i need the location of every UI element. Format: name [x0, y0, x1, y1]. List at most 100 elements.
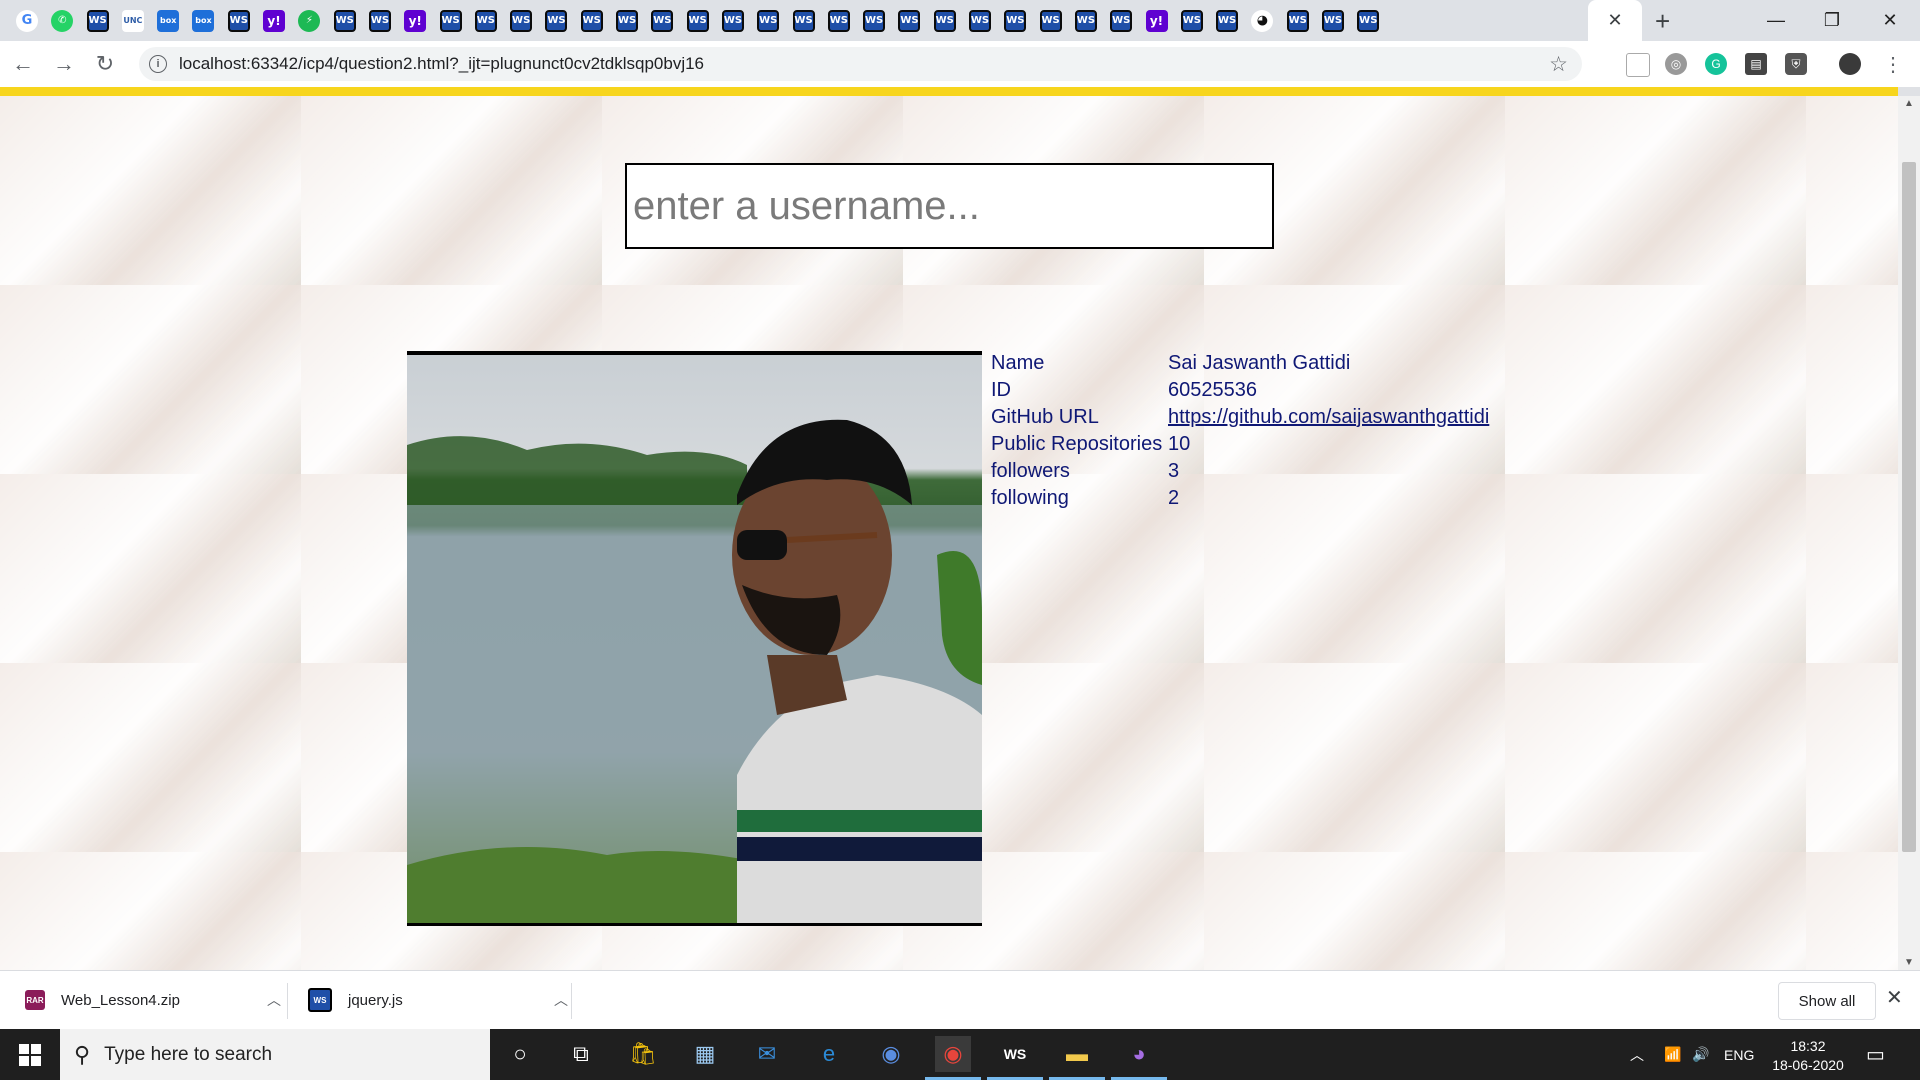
close-shelf-icon[interactable]: ✕: [1886, 985, 1903, 1010]
webstorm-tab-icon[interactable]: WS: [933, 9, 956, 32]
download-item[interactable]: WS jquery.js ︿: [308, 971, 568, 1029]
webstorm-tab-icon[interactable]: WS: [721, 9, 744, 32]
language-indicator[interactable]: ENG: [1724, 1029, 1754, 1080]
profile-row: followers 3: [991, 458, 1489, 485]
download-item[interactable]: RAR Web_Lesson4.zip ︿: [25, 971, 281, 1029]
webstorm-tab-icon[interactable]: WS: [686, 9, 709, 32]
profile-field-label: ID: [991, 379, 1011, 401]
webstorm-tab-icon[interactable]: WS: [368, 9, 391, 32]
bookmark-star-icon[interactable]: ☆: [1549, 52, 1568, 77]
network-icon[interactable]: 📶: [1664, 1029, 1681, 1080]
extension-screen-icon[interactable]: ▤: [1745, 53, 1767, 75]
webstorm-tab-icon[interactable]: WS: [333, 9, 356, 32]
taskbar-search[interactable]: ⚲ Type here to search: [60, 1029, 490, 1080]
webstorm-tab-icon[interactable]: WS: [898, 9, 921, 32]
file-explorer-icon[interactable]: ▬: [1059, 1036, 1095, 1072]
start-button[interactable]: [0, 1029, 60, 1080]
webstorm-tab-icon[interactable]: WS: [1357, 9, 1380, 32]
scrollbar-thumb[interactable]: [1902, 162, 1916, 852]
back-button[interactable]: ←: [5, 46, 41, 82]
control-panel-icon[interactable]: ▦: [687, 1036, 723, 1072]
vertical-scrollbar[interactable]: ▲ ▼: [1898, 96, 1920, 970]
windows-taskbar: ⚲ Type here to search ○ ⧉ 🛍 ▦ ✉ e ◉ ◉ WS…: [0, 1029, 1920, 1080]
yahoo-tab-icon[interactable]: y!: [404, 9, 427, 32]
profile-avatar-icon[interactable]: [1839, 53, 1861, 75]
webstorm-tab-icon[interactable]: WS: [474, 9, 497, 32]
extension-icon[interactable]: [1626, 53, 1650, 77]
whatsapp-tab-icon[interactable]: ✆: [51, 9, 74, 32]
restore-button[interactable]: ❐: [1804, 0, 1860, 41]
yahoo-tab-icon[interactable]: y!: [263, 9, 286, 32]
webstorm-tab-icon[interactable]: WS: [651, 9, 674, 32]
forward-button[interactable]: →: [46, 46, 82, 82]
chevron-up-icon[interactable]: ︿: [267, 990, 281, 1010]
webstorm-icon[interactable]: WS: [997, 1036, 1033, 1072]
shield-icon[interactable]: ⛨: [1785, 53, 1807, 75]
tab-active[interactable]: ✕: [1588, 0, 1642, 41]
webstorm-tab-icon[interactable]: WS: [863, 9, 886, 32]
info-icon[interactable]: i: [149, 55, 167, 73]
username-search-input[interactable]: [625, 163, 1274, 249]
download-shelf: RAR Web_Lesson4.zip ︿ WS jquery.js ︿ Sho…: [0, 970, 1920, 1029]
webstorm-tab-icon[interactable]: WS: [1004, 9, 1027, 32]
box-tab-icon[interactable]: box: [192, 9, 215, 32]
taskbar-search-placeholder: Type here to search: [104, 1043, 273, 1065]
google-tab-icon[interactable]: G: [16, 9, 38, 32]
box-tab-icon[interactable]: box: [157, 9, 180, 32]
chevron-up-icon[interactable]: ︿: [554, 990, 568, 1010]
webstorm-tab-icon[interactable]: WS: [439, 9, 462, 32]
menu-kebab-icon[interactable]: ⋮: [1882, 53, 1904, 76]
webstorm-tab-icon[interactable]: WS: [1180, 9, 1203, 32]
reload-button[interactable]: ↻: [87, 46, 123, 82]
webstorm-tab-icon[interactable]: WS: [1110, 9, 1133, 32]
webstorm-tab-icon[interactable]: WS: [1216, 9, 1239, 32]
scroll-down-icon[interactable]: ▼: [1904, 957, 1914, 968]
scroll-up-icon[interactable]: ▲: [1904, 98, 1914, 109]
internet-explorer-icon[interactable]: e: [811, 1036, 847, 1072]
url-text[interactable]: localhost:63342/icp4/question2.html?_ijt…: [179, 54, 704, 74]
unc-tab-icon[interactable]: UNC: [121, 9, 144, 32]
minimize-button[interactable]: —: [1748, 0, 1804, 41]
webstorm-tab-icon[interactable]: WS: [1321, 9, 1344, 32]
webstorm-tab-icon[interactable]: WS: [227, 9, 250, 32]
mail-icon[interactable]: ✉: [749, 1036, 785, 1072]
volume-icon[interactable]: 🔊: [1692, 1029, 1709, 1080]
webstorm-tab-icon[interactable]: WS: [580, 9, 603, 32]
webstorm-tab-icon[interactable]: WS: [969, 9, 992, 32]
webstorm-tab-icon[interactable]: WS: [1039, 9, 1062, 32]
extension-globe-icon[interactable]: ◎: [1665, 53, 1687, 75]
webstorm-tab-icon[interactable]: WS: [86, 9, 109, 32]
store-icon[interactable]: 🛍: [625, 1036, 661, 1072]
show-all-button[interactable]: Show all: [1778, 982, 1876, 1020]
green-tab-icon[interactable]: ⚡: [298, 9, 321, 32]
close-tab-icon[interactable]: ✕: [1607, 10, 1622, 31]
github-desktop-icon[interactable]: ◕: [1121, 1036, 1157, 1072]
webstorm-tab-icon[interactable]: WS: [1074, 9, 1097, 32]
profile-field-value: 10: [1168, 433, 1191, 455]
chrome-icon[interactable]: ◉: [935, 1036, 971, 1072]
chromium-icon[interactable]: ◉: [873, 1036, 909, 1072]
webstorm-tab-icon[interactable]: WS: [792, 9, 815, 32]
address-bar[interactable]: i localhost:63342/icp4/question2.html?_i…: [139, 47, 1582, 81]
profile-field-value: 60525536: [1168, 379, 1257, 401]
new-tab-button[interactable]: +: [1655, 6, 1670, 37]
close-window-button[interactable]: ✕: [1862, 0, 1918, 41]
windows-logo-icon: [19, 1043, 41, 1066]
webstorm-tab-icon[interactable]: WS: [1286, 9, 1309, 32]
webstorm-tab-icon[interactable]: WS: [510, 9, 533, 32]
yahoo-tab-icon[interactable]: y!: [1145, 9, 1168, 32]
github-tab-icon[interactable]: ◕: [1251, 9, 1274, 32]
divider: [571, 983, 572, 1019]
show-hidden-icons[interactable]: ︿: [1630, 1029, 1644, 1080]
webstorm-tab-icon[interactable]: WS: [545, 9, 568, 32]
webstorm-tab-icon[interactable]: WS: [616, 9, 639, 32]
task-view-icon[interactable]: ⧉: [563, 1036, 599, 1072]
clock[interactable]: 18:32 18-06-2020: [1768, 1037, 1848, 1075]
cortana-icon[interactable]: ○: [502, 1036, 538, 1072]
grammarly-icon[interactable]: G: [1705, 53, 1727, 75]
profile-row: GitHub URL https://github.com/saijaswanth…: [991, 404, 1489, 431]
webstorm-tab-icon[interactable]: WS: [827, 9, 850, 32]
github-url-link[interactable]: https://github.com/saijaswanthgattidi: [1168, 406, 1489, 428]
webstorm-tab-icon[interactable]: WS: [757, 9, 780, 32]
notifications-icon[interactable]: ▭: [1866, 1029, 1885, 1080]
